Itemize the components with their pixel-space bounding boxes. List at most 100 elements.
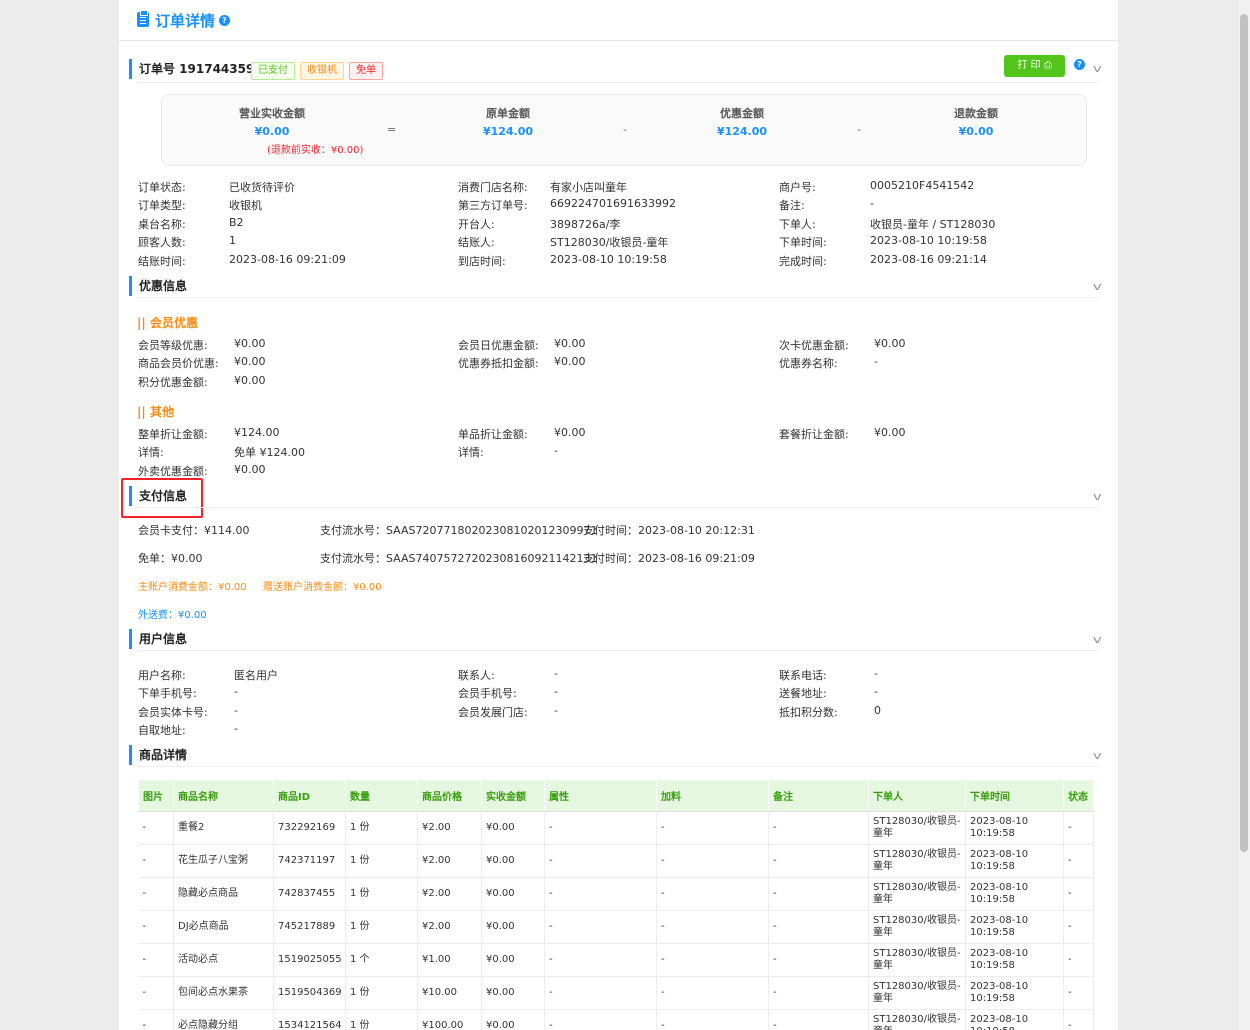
operator-minus: - <box>857 123 861 136</box>
field-value: ¥0.00 <box>554 426 586 439</box>
scrollbar-thumb[interactable] <box>1240 14 1248 852</box>
print-button[interactable]: 打 印 ⎙ <box>1004 55 1065 77</box>
chevron-down-icon[interactable]: v <box>1093 633 1102 646</box>
table-cell: 1519025055 <box>273 943 346 977</box>
table-cell: - <box>544 910 657 944</box>
table-cell: - <box>138 910 174 944</box>
field-value: ¥0.00 <box>874 337 906 350</box>
table-cell: DJ必点商品 <box>173 910 274 944</box>
table-row: - 重餐2 732292169 1 份 ¥2.00 ¥0.00- - - ST128030/收银… <box>138 811 1094 845</box>
field-label: 结账时间: <box>138 255 186 268</box>
page-header: 订单详情 ? <box>119 0 1118 41</box>
table-cell: 2023-08-10 10:19:58 <box>965 877 1064 911</box>
table-cell: ST128030/收银员-童年 <box>868 976 966 1010</box>
table-cell: - <box>138 811 174 845</box>
table-cell: 包间必点水果茶 <box>173 976 274 1010</box>
chevron-down-icon[interactable]: v <box>1093 749 1102 762</box>
field-label: 下单时间: <box>779 236 827 249</box>
field-label: 商品会员价优惠: <box>138 357 219 370</box>
payment-method: 会员卡支付：¥114.00 <box>138 524 250 537</box>
field-value: B2 <box>229 216 244 229</box>
table-row: - 活动必点 1519025055 1 个 ¥1.00 ¥0.00- - - ST128030/… <box>138 943 1094 977</box>
table-cell: 742837455 <box>273 877 346 911</box>
field-value: ¥0.00 <box>234 463 266 476</box>
table-row: - 必点隐藏分组 1534121564 1 份 ¥100.00 ¥0.00- - - ST128… <box>138 1009 1094 1030</box>
chevron-down-icon[interactable]: v <box>1093 62 1102 75</box>
chevron-down-icon[interactable]: v <box>1093 280 1102 293</box>
column-header: 属性 <box>544 779 657 812</box>
field-label: 详情: <box>138 446 164 459</box>
table-cell: ¥0.00 <box>481 811 545 845</box>
table-cell: 必点隐藏分组 <box>173 1009 274 1030</box>
section-title-goods: 商品详情 <box>129 745 187 765</box>
table-cell: ST128030/收银员-童年 <box>868 1009 966 1030</box>
field-label: 备注: <box>779 199 805 212</box>
summary-value: ¥0.00 <box>254 125 290 138</box>
field-label: 积分优惠金额: <box>138 376 208 389</box>
summary-value: ¥124.00 <box>482 125 534 138</box>
field-label: 单品折让金额: <box>458 428 528 441</box>
column-header: 图片 <box>138 779 174 812</box>
field-value: ¥0.00 <box>874 426 906 439</box>
table-cell: ¥1.00 <box>417 943 482 977</box>
field-label: 结账人: <box>458 236 495 249</box>
table-cell: 1 份 <box>345 1009 418 1030</box>
table-cell: - <box>768 910 869 944</box>
divider <box>137 766 1099 767</box>
order-number: 订单号 1917443598 <box>129 59 263 79</box>
field-value: - <box>234 685 238 698</box>
field-label: 桌台名称: <box>138 218 186 231</box>
status-badge-paid: 已支付 <box>251 62 295 80</box>
field-label: 会员日优惠金额: <box>458 339 539 352</box>
operator-minus: - <box>623 123 627 136</box>
field-value: - <box>554 685 558 698</box>
field-value: ¥0.00 <box>234 355 266 368</box>
field-label: 顾客人数: <box>138 236 186 249</box>
field-value: 3898726a/李 <box>550 218 621 231</box>
table-row: - 花生瓜子八宝粥 742371197 1 份 ¥2.00 ¥0.00- - - ST12803… <box>138 844 1094 878</box>
table-cell: ¥0.00 <box>481 910 545 944</box>
table-cell: - <box>1063 877 1094 911</box>
field-value: - <box>870 197 874 210</box>
field-label: 自取地址: <box>138 724 186 737</box>
field-value: 匿名用户 <box>234 669 278 682</box>
help-icon[interactable]: ? <box>219 15 230 26</box>
field-value: ¥124.00 <box>234 426 280 439</box>
field-value: ¥0.00 <box>234 337 266 350</box>
column-header: 下单人 <box>868 779 966 812</box>
help-icon[interactable]: ? <box>1074 59 1085 70</box>
column-header: 实收金额 <box>481 779 545 812</box>
amount-summary: 营业实收金额 ¥0.00 (退款前实收：¥0.00) = 原单金额 ¥124.0… <box>161 94 1087 166</box>
table-cell: 2023-08-10 10:19:58 <box>965 943 1064 977</box>
table-cell: ST128030/收银员-童年 <box>868 844 966 878</box>
print-button-label: 打 印 <box>1017 60 1041 71</box>
payment-serial: 支付流水号：SAAS7407572720230816092114​2131 <box>320 552 598 565</box>
field-value: 1 <box>229 234 236 247</box>
field-value: 有家小店叫童年 <box>550 181 627 194</box>
table-cell: - <box>1063 811 1094 845</box>
field-label: 下单手机号: <box>138 687 197 700</box>
table-cell: 1 份 <box>345 976 418 1010</box>
column-header: 状态 <box>1063 779 1094 812</box>
field-value: - <box>874 685 878 698</box>
table-cell: - <box>768 844 869 878</box>
order-detail-page: 订单详情 ? 订单号 1917443598 已支付 收银机 免单 打 印 ⎙ ?… <box>119 0 1118 1030</box>
table-cell: - <box>544 943 657 977</box>
field-value: - <box>234 722 238 735</box>
table-cell: - <box>544 877 657 911</box>
table-cell: - <box>768 1009 869 1030</box>
table-cell: 1534121564 <box>273 1009 346 1030</box>
field-value: - <box>554 444 558 457</box>
table-cell: 1 份 <box>345 844 418 878</box>
table-cell: ¥100.00 <box>417 1009 482 1030</box>
divider <box>137 82 1099 83</box>
chevron-down-icon[interactable]: v <box>1093 490 1102 503</box>
field-label: 送餐地址: <box>779 687 827 700</box>
divider <box>137 650 1099 651</box>
field-value: - <box>874 667 878 680</box>
table-cell: - <box>656 943 769 977</box>
table-cell: 1 份 <box>345 910 418 944</box>
table-cell: ST128030/收银员-童年 <box>868 811 966 845</box>
delivery-fee: 外送费：¥0.00 <box>138 610 207 621</box>
gift-account-amount: 赠送账户消费金额：¥0.00 <box>263 582 382 593</box>
